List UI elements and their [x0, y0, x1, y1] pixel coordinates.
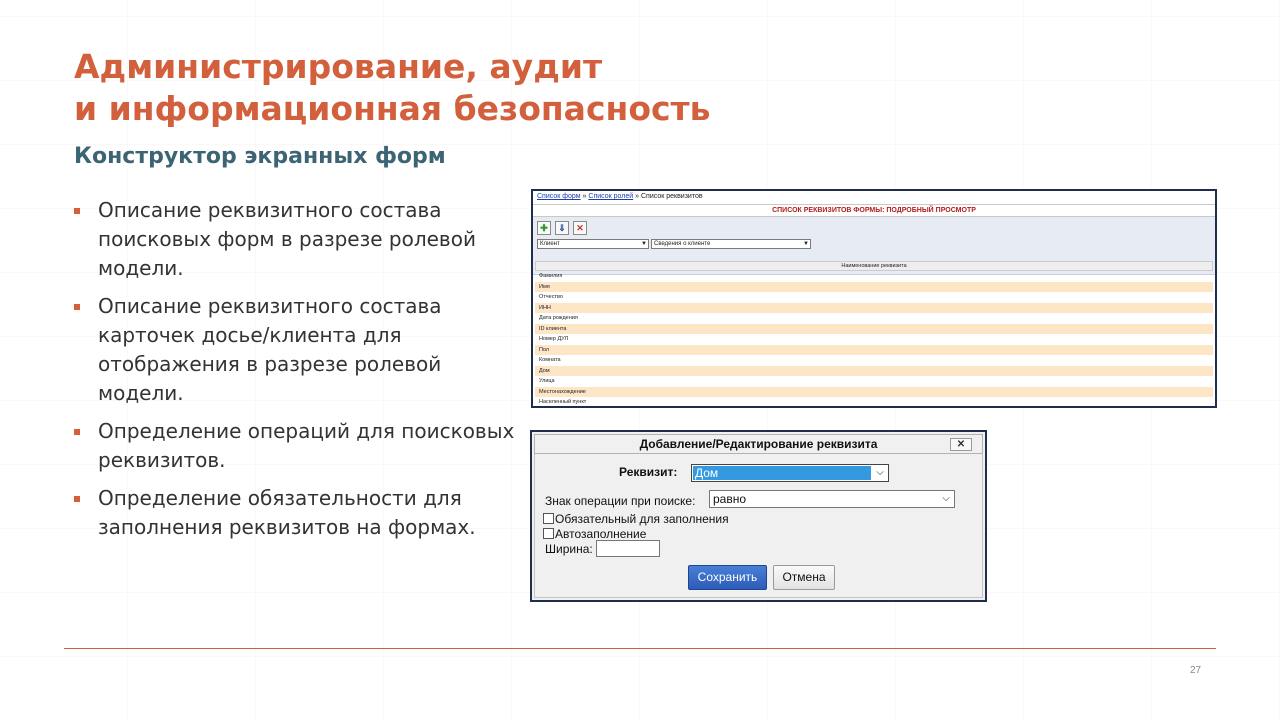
bullet-item: Определение операций для поисковых рекви…	[74, 417, 524, 475]
operation-select[interactable]: равно ⌵	[709, 490, 955, 508]
table-row[interactable]: Дата рождения	[535, 313, 1213, 324]
slide: Администрирование, аудит и информационна…	[0, 0, 1280, 720]
bullet-text: Определение операций для поисковых рекви…	[98, 419, 515, 472]
dialog-body: Реквизит: Дом ⌵ Знак операции при поиске…	[534, 454, 983, 598]
table-row[interactable]: Комната	[535, 355, 1213, 366]
autofill-label: Автозаполнение	[555, 527, 647, 541]
section-select[interactable]: Сведения о клиенте ▼	[651, 239, 811, 249]
table-row[interactable]: Населенный пункт	[535, 397, 1213, 406]
arrow-down-icon: ⇓	[558, 223, 566, 233]
requisites-table: Фамилия Имя Отчество ИНН Дата рождения ID кли…	[535, 271, 1213, 406]
requisite-select[interactable]: Дом ⌵	[691, 464, 889, 482]
requisites-list-screenshot: Список форм » Список ролей » Список рекв…	[531, 189, 1217, 408]
chevron-down-icon: ⌵	[942, 493, 950, 504]
footer-divider	[64, 648, 1216, 649]
bullet-marker-icon	[74, 304, 80, 310]
breadcrumb-link-forms[interactable]: Список форм	[537, 193, 581, 200]
requisite-select-value: Дом	[693, 466, 871, 480]
width-label: Ширина:	[545, 542, 593, 556]
table-row[interactable]: Пол	[535, 344, 1213, 355]
required-row: Обязательный для заполнения	[543, 512, 729, 526]
close-icon: ✕	[956, 439, 966, 450]
plus-icon: ✚	[540, 223, 548, 233]
table-row[interactable]: Местонахождение	[535, 386, 1213, 397]
list-header: СПИСОК РЕКВИЗИТОВ ФОРМЫ: ПОДРОБНЫЙ ПРОСМ…	[533, 204, 1215, 217]
autofill-checkbox[interactable]	[543, 528, 554, 539]
breadcrumb-current: Список реквизитов	[640, 193, 703, 200]
chevron-down-icon: ▼	[803, 241, 809, 247]
operation-label: Знак операции при поиске:	[545, 494, 696, 508]
delete-icon: ✕	[576, 223, 584, 233]
section-select-value: Сведения о клиенте	[654, 241, 711, 247]
table-row[interactable]: Фамилия	[535, 271, 1213, 282]
bullet-text: Описание реквизитного состава поисковых …	[98, 198, 476, 280]
bullet-item: Определение обязательности для заполнени…	[74, 484, 524, 542]
required-label: Обязательный для заполнения	[555, 512, 729, 526]
column-header: Наименование реквизита	[535, 261, 1213, 271]
operation-select-value: равно	[713, 492, 747, 506]
edit-requisite-dialog: Добавление/Редактирование реквизита ✕ Ре…	[530, 430, 987, 602]
autofill-row: Автозаполнение	[543, 527, 646, 541]
table-row[interactable]: Дом	[535, 365, 1213, 376]
cancel-button[interactable]: Отмена	[773, 565, 835, 590]
requisite-label: Реквизит:	[619, 465, 678, 479]
table-row[interactable]: Имя	[535, 281, 1213, 292]
form-select[interactable]: Клиент ▼	[537, 239, 649, 249]
form-select-value: Клиент	[540, 241, 560, 247]
breadcrumb-link-roles[interactable]: Список ролей	[588, 193, 633, 200]
table-row[interactable]: Улица	[535, 376, 1213, 387]
required-checkbox[interactable]	[543, 513, 554, 524]
table-row[interactable]: ID клиента	[535, 323, 1213, 334]
close-button[interactable]: ✕	[950, 438, 972, 451]
width-input[interactable]	[596, 540, 660, 557]
bullet-item: Описание реквизитного состава поисковых …	[74, 196, 524, 283]
slide-title: Администрирование, аудит и информационна…	[74, 46, 974, 130]
table-row[interactable]: Отчество	[535, 292, 1213, 303]
bullet-marker-icon	[74, 496, 80, 502]
dialog-title: Добавление/Редактирование реквизита	[639, 437, 878, 451]
save-button[interactable]: Сохранить	[688, 565, 767, 590]
move-down-button[interactable]: ⇓	[555, 221, 569, 235]
bullet-item: Описание реквизитного состава карточек д…	[74, 292, 524, 408]
bullet-list: Описание реквизитного состава поисковых …	[74, 196, 524, 551]
bullet-text: Определение обязательности для заполнени…	[98, 486, 476, 539]
add-button[interactable]: ✚	[537, 221, 551, 235]
slide-title-line1: Администрирование, аудит	[74, 47, 603, 86]
breadcrumb-separator: »	[635, 193, 640, 200]
slide-subtitle: Конструктор экранных форм	[74, 144, 446, 169]
chevron-down-icon: ⌵	[876, 467, 884, 478]
bullet-marker-icon	[74, 429, 80, 435]
dialog-title-bar: Добавление/Редактирование реквизита ✕	[534, 434, 983, 454]
breadcrumb: Список форм » Список ролей » Список рекв…	[537, 193, 703, 200]
breadcrumb-separator: »	[582, 193, 587, 200]
page-number: 27	[1190, 665, 1202, 676]
delete-button[interactable]: ✕	[573, 221, 587, 235]
chevron-down-icon: ▼	[641, 241, 647, 247]
bullet-marker-icon	[74, 208, 80, 214]
table-row[interactable]: Номер ДУЛ	[535, 334, 1213, 345]
slide-title-line2: и информационная безопасность	[74, 89, 711, 128]
bullet-text: Описание реквизитного состава карточек д…	[98, 294, 442, 405]
table-row[interactable]: ИНН	[535, 302, 1213, 313]
